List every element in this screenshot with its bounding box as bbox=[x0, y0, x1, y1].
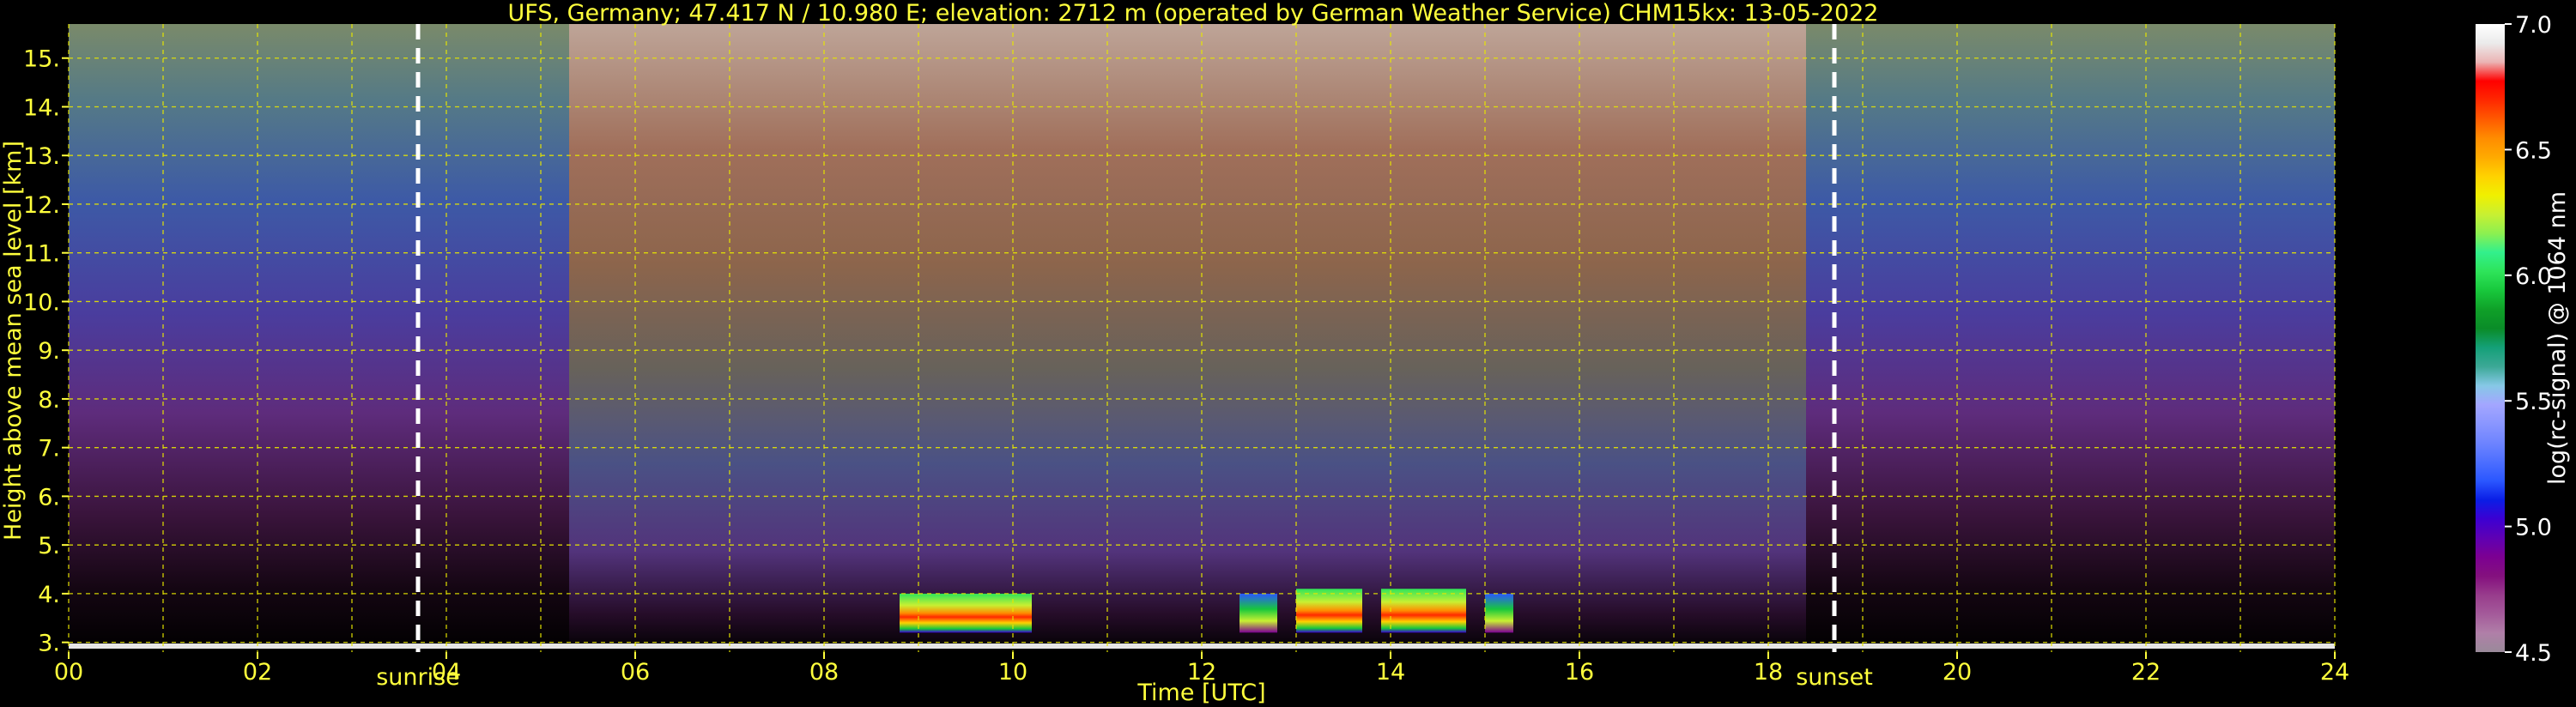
x-axis-label: Time [UTC] bbox=[1136, 680, 1265, 706]
x-tick-label: 24 bbox=[2320, 659, 2349, 686]
y-tick-label: 3. bbox=[38, 631, 60, 657]
y-tick-label: 12. bbox=[23, 192, 60, 219]
y-tick-label: 14. bbox=[23, 94, 60, 121]
colorbar-label: log(rc-signal) @ 1064 nm bbox=[2544, 191, 2571, 485]
y-tick-label: 5. bbox=[38, 533, 60, 559]
cloud-segment-2 bbox=[1296, 589, 1362, 633]
colorbar-tick-label: 7.0 bbox=[2515, 12, 2552, 39]
ceilometer-chart: sunrise sunset 3.4.5.6.7.8.9.10.11.12.13.… bbox=[0, 0, 2571, 706]
y-tick-label: 9. bbox=[38, 338, 60, 365]
x-tick-label: 04 bbox=[432, 659, 461, 686]
colorbar-tick-label: 4.5 bbox=[2515, 640, 2552, 667]
colorbar-gradient bbox=[2476, 24, 2505, 652]
x-tick-label: 20 bbox=[1943, 659, 1972, 686]
x-tick-label: 22 bbox=[2131, 659, 2161, 686]
x-tick-label: 18 bbox=[1754, 659, 1783, 686]
x-tick-label: 10 bbox=[998, 659, 1027, 686]
cloud-segment-0 bbox=[900, 593, 1032, 633]
cloud-segment-4 bbox=[1485, 593, 1513, 633]
x-tick-label: 14 bbox=[1376, 659, 1405, 686]
y-tick-label: 13. bbox=[23, 143, 60, 170]
signal-day bbox=[569, 24, 1806, 652]
y-tick-label: 4. bbox=[38, 582, 60, 608]
cloud-segment-3 bbox=[1381, 589, 1466, 633]
y-tick-label: 10. bbox=[23, 289, 60, 316]
x-tick-label: 08 bbox=[809, 659, 839, 686]
y-tick-label: 6. bbox=[38, 484, 60, 511]
y-tick-label: 15. bbox=[23, 46, 60, 73]
sunset-label: sunset bbox=[1796, 664, 1873, 691]
y-axis-label: Height above mean sea level [km] bbox=[0, 141, 27, 541]
colorbar: 4.55.05.56.06.57.0 bbox=[2476, 12, 2552, 667]
cloud-segment-1 bbox=[1240, 593, 1277, 633]
x-tick-label: 00 bbox=[54, 659, 83, 686]
x-tick-label: 16 bbox=[1565, 659, 1594, 686]
x-tick-label: 02 bbox=[243, 659, 272, 686]
y-tick-label: 8. bbox=[38, 387, 60, 414]
x-tick-label: 06 bbox=[621, 659, 650, 686]
y-tick-label: 11. bbox=[23, 241, 60, 268]
y-axis-ticks: 3. 4. 5. 6. 7. 8. 9. 10. 11. 12. 13. 14. 15. bbox=[23, 46, 69, 657]
colorbar-tick-label: 6.5 bbox=[2515, 137, 2552, 164]
chart-title: UFS, Germany; 47.417 N / 10.980 E; eleva… bbox=[508, 0, 1879, 27]
y-tick-label: 7. bbox=[38, 436, 60, 462]
colorbar-tick-label: 5.0 bbox=[2515, 515, 2552, 541]
